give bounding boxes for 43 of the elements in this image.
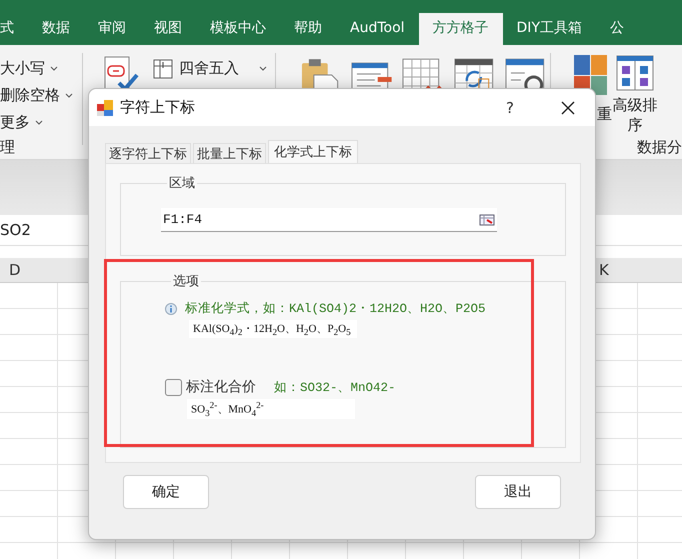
group-label: 数据分: [637, 138, 682, 157]
range-select-icon: [479, 212, 495, 226]
ribbon-command[interactable]: 高级排序: [610, 95, 660, 135]
ribbon-tab[interactable]: 视图: [140, 13, 196, 45]
ribbon-tab[interactable]: 帮助: [280, 13, 336, 45]
ribbon-tab[interactable]: 模板中心: [196, 13, 280, 45]
dialog-button[interactable]: 确定: [123, 475, 209, 509]
dialog-button[interactable]: 退出: [475, 475, 561, 509]
group-legend: 选项: [171, 272, 201, 290]
formula-preview: KAl(SO$_{4}$)$_{2}$・12H$_{2}$O、H$_{2}$O、P$_{2}$O$_{5}$: [189, 320, 357, 338]
option-description: 标准化学式，如：KAl(SO4)2・12H2O、H2O、P2O5: [185, 300, 486, 317]
rounding-icon: [153, 58, 173, 78]
ribbon-command[interactable]: 四舍五入: [153, 55, 267, 82]
column-header: K: [599, 261, 609, 279]
ribbon-tab[interactable]: AudTool: [336, 13, 419, 45]
ribbon-tab[interactable]: 数据: [28, 13, 84, 45]
dialog-title: 字符上下标: [120, 98, 196, 117]
close-icon: [561, 100, 575, 114]
dialog-tab[interactable]: 批量上下标: [193, 143, 266, 163]
help-button[interactable]: ?: [495, 98, 525, 116]
range-field[interactable]: F1:F4: [161, 208, 497, 232]
option-example: 如：SO32-、MnO42-: [274, 380, 396, 396]
column-header: D: [9, 261, 21, 279]
app-icon: [96, 98, 114, 116]
ribbon-label: 重: [597, 105, 612, 124]
ribbon-command[interactable]: 大小写: [0, 55, 82, 82]
ribbon-tab[interactable]: 审阅: [84, 13, 140, 45]
checkbox[interactable]: 标注化合价: [165, 378, 256, 396]
caret-icon: [259, 66, 267, 72]
ribbon-tab[interactable]: 式: [0, 13, 28, 45]
group-label: 理: [0, 138, 15, 157]
dialog-tab[interactable]: 化学式上下标: [268, 140, 358, 163]
caret-icon: [35, 120, 43, 126]
ribbon-tab[interactable]: DIY工具箱: [502, 13, 596, 45]
ribbon-command[interactable]: 更多: [0, 109, 82, 136]
caret-icon: [65, 92, 73, 98]
dialog-tab[interactable]: 逐字符上下标: [105, 143, 191, 163]
caret-icon: [50, 66, 58, 72]
ribbon-tab[interactable]: 公: [596, 13, 638, 45]
ribbon-command[interactable]: 删除空格: [0, 82, 82, 109]
ribbon-tab[interactable]: 方方格子: [418, 13, 503, 45]
group-legend: 区域: [167, 174, 197, 192]
info-icon: [165, 302, 177, 314]
